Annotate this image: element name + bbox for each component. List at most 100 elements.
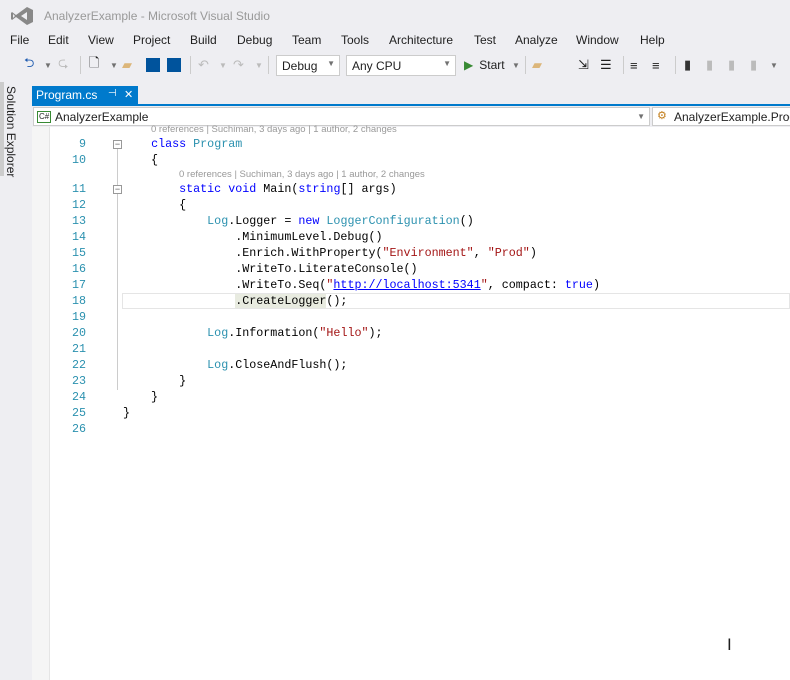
open-folder-icon[interactable]: ▰ (122, 56, 132, 74)
line-number: 24 (71, 390, 86, 404)
code-token: Log (207, 358, 229, 372)
code-line[interactable]: class Program (123, 137, 242, 151)
code-line[interactable]: .CreateLogger(); (123, 294, 347, 308)
forward-icon[interactable]: ⮎ (58, 55, 68, 74)
member-dropdown[interactable]: ⚙ AnalyzerExample.Prog (652, 107, 790, 126)
codelens-main[interactable]: 0 references | Suchiman, 3 days ago | 1 … (179, 169, 425, 180)
menu-architecture[interactable]: Architecture (389, 33, 453, 47)
code-token: { (123, 198, 187, 212)
url-link[interactable]: http://localhost:5341 (333, 278, 480, 292)
tab-program-cs[interactable]: Program.cs ⊣ ✕ (32, 86, 138, 105)
code-line[interactable]: .WriteTo.Seq("http://localhost:5341", co… (123, 278, 600, 292)
save-all-icon[interactable] (167, 58, 181, 72)
code-token: true (564, 278, 593, 292)
line-number: 16 (71, 262, 86, 276)
code-token: Program (193, 137, 243, 151)
menu-tools[interactable]: Tools (341, 33, 369, 47)
code-line[interactable]: .MinimumLevel.Debug() (123, 230, 382, 244)
code-token: } (123, 390, 159, 404)
codelens-class[interactable]: 0 references | Suchiman, 3 days ago | 1 … (151, 124, 397, 135)
menu-test[interactable]: Test (474, 33, 496, 47)
start-dropdown-icon[interactable]: ▼ (512, 56, 520, 74)
back-dropdown-icon[interactable]: ▼ (44, 56, 52, 74)
code-token: .CloseAndFlush(); (228, 358, 348, 372)
code-line[interactable]: static void Main(string[] args) (123, 182, 397, 196)
tab-label: Program.cs (36, 88, 98, 102)
configuration-select[interactable]: Debug ▼ (276, 55, 340, 76)
code-token: [] args) (340, 182, 397, 196)
chevron-down-icon: ▼ (443, 59, 451, 68)
clear-bookmarks-icon[interactable]: ▮ (750, 56, 757, 74)
start-button[interactable]: ▶ Start (464, 56, 505, 74)
project-name: AnalyzerExample (55, 110, 149, 124)
previous-bookmark-icon[interactable]: ▮ (706, 56, 713, 74)
undo-icon[interactable]: ↶ (198, 56, 209, 74)
comment-icon[interactable]: ≡ (630, 56, 638, 74)
toolbar: ⮌ ▼ ⮎ 🗋 ▼ ▰ ↶ ▼ ↷ ▼ Debug ▼ Any CPU ▼ ▶ Sta… (0, 52, 790, 78)
save-icon[interactable] (146, 58, 160, 72)
chevron-down-icon: ▼ (327, 59, 335, 68)
menu-window[interactable]: Window (576, 33, 619, 47)
code-line[interactable]: } (123, 374, 186, 388)
step-over-icon[interactable]: ☰ (600, 56, 612, 74)
code-line[interactable]: } (123, 390, 158, 404)
code-token: , (473, 246, 488, 260)
editor-margin (32, 127, 50, 680)
solution-explorer-tab[interactable]: Solution Explorer (4, 86, 18, 177)
close-icon[interactable]: ✕ (124, 88, 133, 101)
line-number: 10 (71, 153, 86, 167)
line-number: 14 (71, 230, 86, 244)
code-token: class (151, 137, 187, 151)
code-line[interactable]: { (123, 198, 186, 212)
code-token: "Environment" (382, 246, 474, 260)
line-number: 22 (71, 358, 86, 372)
line-number: 23 (71, 374, 86, 388)
menu-analyze[interactable]: Analyze (515, 33, 558, 47)
menu-build[interactable]: Build (190, 33, 217, 47)
code-line[interactable]: Log.CloseAndFlush(); (123, 358, 347, 372)
code-token: ) (529, 246, 537, 260)
code-token: "Hello" (319, 326, 369, 340)
pin-icon[interactable]: ⊣ (108, 88, 117, 99)
code-line[interactable]: } (123, 406, 130, 420)
code-line[interactable]: Log.Information("Hello"); (123, 326, 382, 340)
menu-view[interactable]: View (88, 33, 114, 47)
line-number: 9 (78, 137, 86, 151)
undo-dropdown-icon[interactable]: ▼ (219, 56, 227, 74)
new-dropdown-icon[interactable]: ▼ (110, 56, 118, 74)
menu-help[interactable]: Help (640, 33, 665, 47)
member-name: AnalyzerExample.Prog (674, 110, 790, 124)
menu-file[interactable]: File (10, 33, 29, 47)
uncomment-icon[interactable]: ≡ (652, 56, 660, 74)
collapse-icon[interactable]: − (113, 185, 122, 194)
code-line[interactable]: .WriteTo.LiterateConsole() (123, 262, 417, 276)
title-bar: AnalyzerExample - Microsoft Visual Studi… (0, 0, 790, 32)
code-token: .WriteTo.Seq( (123, 278, 327, 292)
code-token: (); (326, 294, 348, 308)
new-project-icon[interactable]: 🗋 (89, 55, 99, 74)
menu-team[interactable]: Team (292, 33, 321, 47)
back-icon[interactable]: ⮌ (24, 55, 34, 74)
find-in-files-icon[interactable]: ▰ (532, 56, 542, 74)
code-line[interactable]: .Enrich.WithProperty("Environment", "Pro… (123, 246, 537, 260)
platform-select[interactable]: Any CPU ▼ (346, 55, 456, 76)
collapse-icon[interactable]: − (113, 140, 122, 149)
redo-icon[interactable]: ↷ (233, 56, 244, 74)
line-number: 17 (71, 278, 86, 292)
code-token: () (459, 214, 474, 228)
redo-dropdown-icon[interactable]: ▼ (255, 56, 263, 74)
next-bookmark-icon[interactable]: ▮ (728, 56, 735, 74)
start-label: Start (479, 58, 505, 72)
toolbar-overflow-icon[interactable]: ▼ (770, 56, 778, 74)
menu-project[interactable]: Project (133, 33, 170, 47)
bookmark-icon[interactable]: ▮ (684, 56, 691, 74)
step-into-icon[interactable]: ⇲ (578, 56, 589, 74)
menu-debug[interactable]: Debug (237, 33, 272, 47)
code-line[interactable]: { (123, 153, 158, 167)
menu-edit[interactable]: Edit (48, 33, 69, 47)
code-token: .Logger = (228, 214, 299, 228)
code-line[interactable]: Log.Logger = new LoggerConfiguration() (123, 214, 474, 228)
